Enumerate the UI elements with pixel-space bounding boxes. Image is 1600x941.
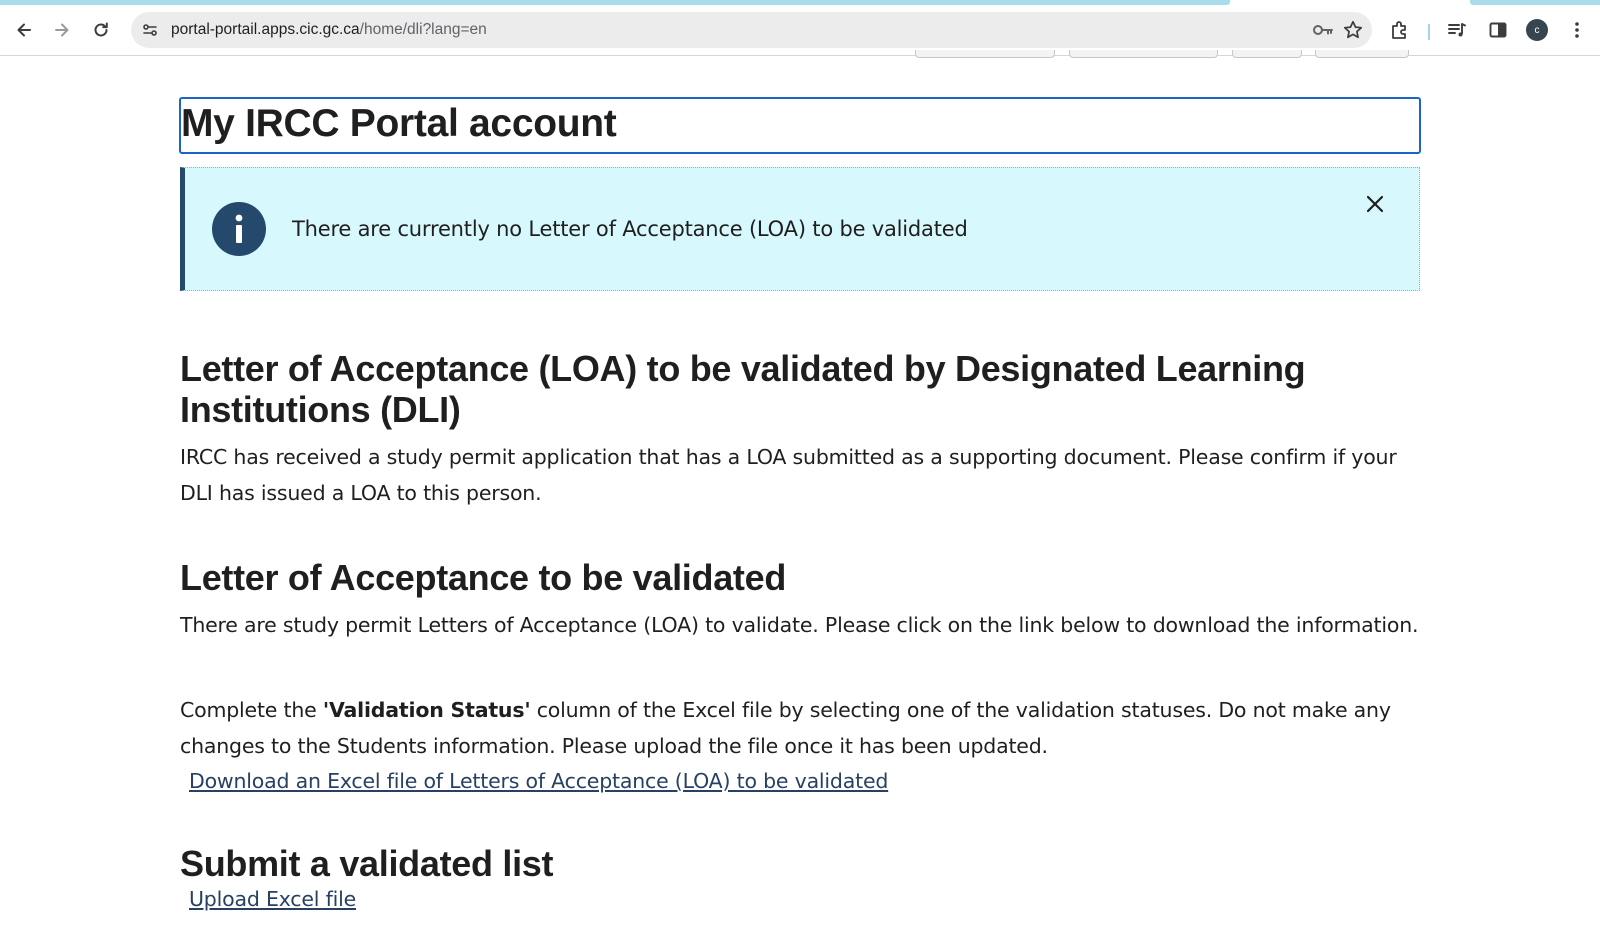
submit-section-heading: Submit a validated list — [180, 843, 554, 884]
address-url[interactable]: portal-portail.apps.cic.gc.ca/home/dli?l… — [171, 21, 487, 39]
header-button-peek[interactable] — [915, 50, 1055, 58]
site-info-icon[interactable] — [137, 17, 163, 43]
validate-instructions: Complete the 'Validation Status' column … — [180, 692, 1420, 764]
info-icon — [212, 202, 266, 256]
url-path: /home/dli?lang=en — [359, 21, 487, 38]
profile-avatar[interactable]: c — [1526, 19, 1548, 41]
extensions-icon[interactable] — [1387, 17, 1413, 43]
header-button-peek[interactable] — [1069, 50, 1218, 58]
toolbar-separator — [1428, 24, 1430, 40]
header-button-peek[interactable] — [1315, 50, 1409, 58]
close-icon[interactable] — [1363, 192, 1387, 216]
validate-section-heading: Letter of Acceptance to be validated — [180, 557, 787, 598]
back-arrow-icon[interactable] — [9, 15, 39, 45]
side-panel-icon[interactable] — [1485, 17, 1511, 43]
instructions-prefix: Complete the — [180, 698, 323, 722]
loa-section-heading: Letter of Acceptance (LOA) to be validat… — [180, 348, 1306, 430]
instructions-bold-column: 'Validation Status' — [322, 698, 531, 722]
kebab-menu-icon[interactable] — [1564, 17, 1590, 43]
info-alert: There are currently no Letter of Accepta… — [180, 167, 1420, 291]
forward-arrow-icon[interactable] — [47, 15, 77, 45]
reload-icon[interactable] — [86, 15, 116, 45]
media-controls-icon[interactable] — [1444, 17, 1470, 43]
address-bar[interactable]: portal-portail.apps.cic.gc.ca/home/dli?l… — [131, 12, 1372, 48]
header-button-peek[interactable] — [1232, 50, 1302, 58]
browser-toolbar: portal-portail.apps.cic.gc.ca/home/dli?l… — [0, 5, 1600, 56]
key-icon[interactable] — [1312, 20, 1334, 40]
loa-section-body: IRCC has received a study permit applica… — [180, 445, 1397, 505]
validate-section-body: There are study permit Letters of Accept… — [180, 613, 1419, 637]
url-host: portal-portail.apps.cic.gc.ca — [171, 21, 360, 38]
alert-message: There are currently no Letter of Accepta… — [292, 217, 968, 241]
star-icon[interactable] — [1342, 19, 1364, 41]
download-excel-link[interactable]: Download an Excel file of Letters of Acc… — [189, 769, 888, 793]
upload-excel-link[interactable]: Upload Excel file — [189, 887, 356, 911]
page-title: My IRCC Portal account — [181, 102, 617, 145]
page-title-focus-outline: My IRCC Portal account — [179, 97, 1421, 154]
